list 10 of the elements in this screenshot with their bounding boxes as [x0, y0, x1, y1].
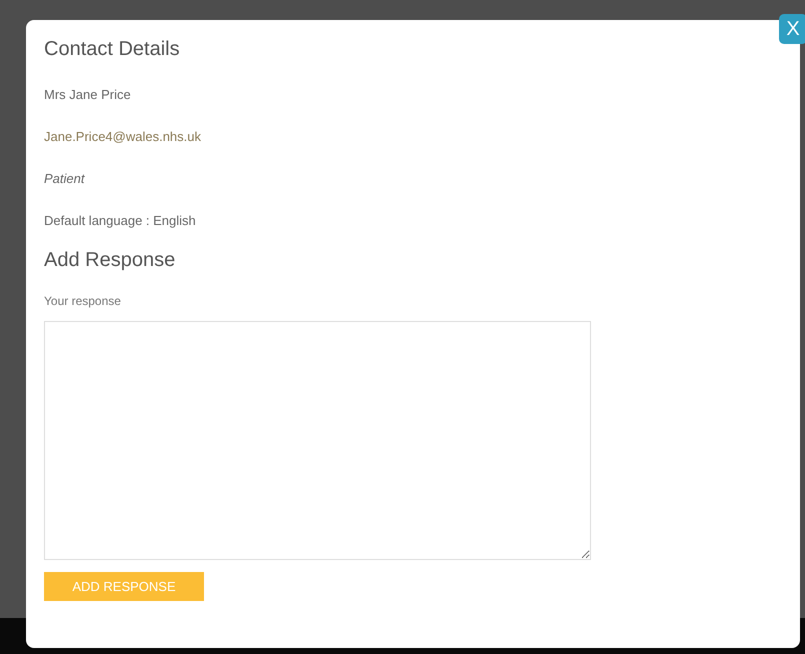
add-response-button[interactable]: ADD RESPONSE: [44, 572, 204, 601]
email-link[interactable]: Jane.Price4@wales.nhs.uk: [44, 127, 201, 147]
field-label: Your response: [44, 294, 121, 308]
contact-text: Mrs Jane Price: [44, 86, 131, 104]
role-text: Patient: [44, 170, 84, 188]
contact-text: Default language : English: [44, 212, 196, 230]
close-button[interactable]: X: [779, 14, 805, 44]
dialog-title: Contact Details: [44, 38, 180, 61]
section-heading: Add Response: [44, 249, 176, 272]
response-field[interactable]: [44, 321, 591, 560]
